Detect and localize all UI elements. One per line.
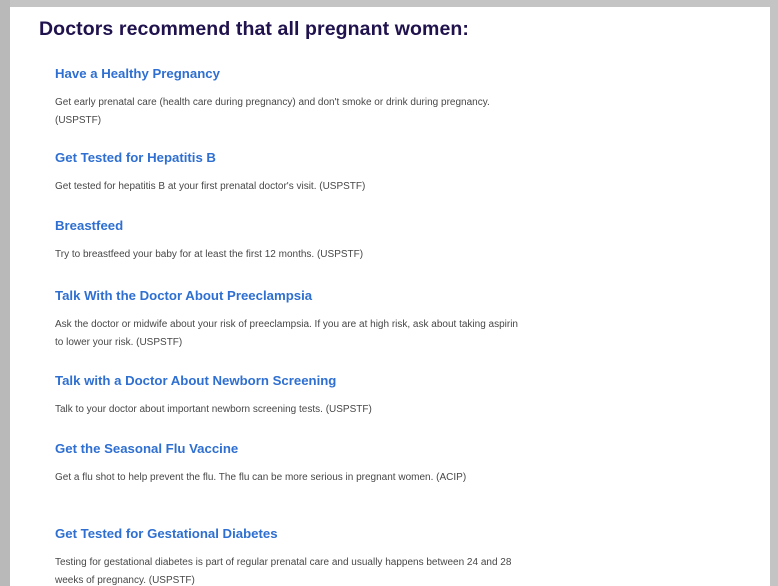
- recommendation-newborn-screening: Talk with a Doctor About Newborn Screeni…: [55, 373, 525, 419]
- recommendation-preeclampsia: Talk With the Doctor About Preeclampsia …: [55, 288, 525, 352]
- recommendation-hepatitis-b: Get Tested for Hepatitis B Get tested fo…: [55, 150, 525, 196]
- recommendation-heading[interactable]: Get the Seasonal Flu Vaccine: [55, 441, 525, 457]
- screenshot-frame: Doctors recommend that all pregnant wome…: [0, 0, 778, 586]
- recommendation-text: Talk to your doctor about important newb…: [55, 404, 372, 415]
- recommendation-heading[interactable]: Breastfeed: [55, 218, 525, 234]
- recommendation-text: Get tested for hepatitis B at your first…: [55, 181, 366, 192]
- recommendation-breastfeed: Breastfeed Try to breastfeed your baby f…: [55, 218, 525, 264]
- left-border: [0, 0, 10, 586]
- recommendation-flu-vaccine: Get the Seasonal Flu Vaccine Get a flu s…: [55, 441, 525, 487]
- recommendation-text: Get early prenatal care (health care dur…: [55, 97, 490, 126]
- right-border: [770, 0, 778, 586]
- recommendations-panel: Doctors recommend that all pregnant wome…: [10, 7, 770, 586]
- top-border: [0, 0, 778, 7]
- recommendation-healthy-pregnancy: Have a Healthy Pregnancy Get early prena…: [55, 66, 525, 130]
- recommendation-text: Get a flu shot to help prevent the flu. …: [55, 472, 467, 483]
- page-title: Doctors recommend that all pregnant wome…: [39, 18, 470, 40]
- recommendation-heading[interactable]: Have a Healthy Pregnancy: [55, 66, 525, 82]
- recommendation-text: Try to breastfeed your baby for at least…: [55, 249, 364, 260]
- recommendation-heading[interactable]: Get Tested for Hepatitis B: [55, 150, 525, 166]
- recommendation-heading[interactable]: Talk with a Doctor About Newborn Screeni…: [55, 373, 525, 389]
- recommendation-heading[interactable]: Talk With the Doctor About Preeclampsia: [55, 288, 525, 304]
- recommendation-text: Testing for gestational diabetes is part…: [55, 557, 512, 586]
- recommendation-heading[interactable]: Get Tested for Gestational Diabetes: [55, 526, 525, 542]
- recommendation-gestational-diabetes: Get Tested for Gestational Diabetes Test…: [55, 526, 525, 586]
- recommendation-text: Ask the doctor or midwife about your ris…: [55, 319, 518, 348]
